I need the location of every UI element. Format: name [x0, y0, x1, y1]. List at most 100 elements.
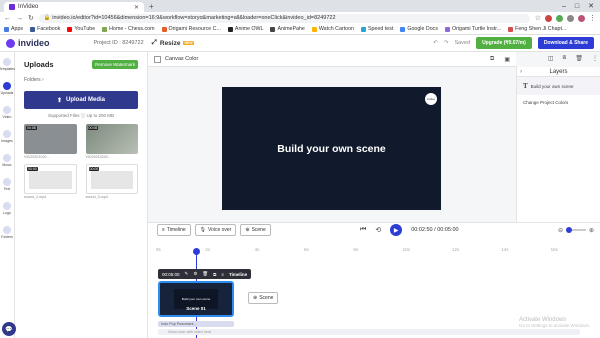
more-icon[interactable]: ⋮: [592, 55, 598, 62]
zoom-in-icon[interactable]: ⊕: [589, 227, 594, 234]
audio-track[interactable]: Indo Pop Peacetant...: [158, 321, 234, 327]
bookmark-item[interactable]: Watch Cartoon: [311, 26, 354, 32]
upload-icon: ⬆: [56, 97, 62, 104]
voice-over-button[interactable]: 🎙 Voice over: [194, 224, 237, 236]
upgrade-button[interactable]: Upgrade (₹0.07/m): [476, 37, 532, 49]
minimize-icon[interactable]: –: [562, 2, 566, 12]
media-name: sound_3.mp4: [85, 195, 108, 199]
bookmark-item[interactable]: AnimePahe: [270, 26, 305, 32]
video-title-text[interactable]: Build your own scene: [222, 143, 441, 155]
bookmark-item[interactable]: Facebook: [30, 26, 60, 32]
copy-icon[interactable]: ⧉: [213, 272, 216, 277]
window-close-icon[interactable]: ✕: [588, 2, 594, 12]
bookmark-icon: [102, 26, 108, 32]
nav-item-music[interactable]: Music: [0, 148, 14, 172]
total-time: 00:05:00: [437, 227, 459, 233]
extension-icon[interactable]: [545, 14, 552, 22]
extension-icon[interactable]: [556, 14, 563, 22]
media-item[interactable]: 00:08 VID20201020...: [24, 124, 77, 159]
bookmark-item[interactable]: Origami Resource C...: [161, 26, 221, 32]
media-item[interactable]: 00:08 VID20210202...: [85, 124, 138, 159]
crop-icon[interactable]: ◫: [548, 55, 554, 62]
browser-tab[interactable]: InVideo ✕: [4, 2, 144, 12]
nav-item-text[interactable]: Text: [0, 172, 14, 196]
canvas-color-swatch-icon[interactable]: [154, 55, 161, 63]
loop-icon[interactable]: ⟲: [375, 226, 381, 234]
menu-dots-icon[interactable]: ⋮: [589, 14, 596, 22]
layout-icon[interactable]: ▣: [504, 56, 510, 63]
scene-timeline-label[interactable]: Timeline: [229, 272, 247, 277]
layer-item[interactable]: Change Project Colors: [517, 95, 600, 110]
scene-card[interactable]: Build your own scene Scene 01: [158, 281, 234, 317]
trash-icon[interactable]: 🗑: [202, 271, 208, 277]
images-icon: [3, 129, 11, 138]
logo-icon: [3, 201, 11, 210]
project-id: Project ID : 8249722: [93, 40, 144, 46]
media-thumbnail[interactable]: 00:00: [85, 164, 138, 194]
add-scene-button[interactable]: ⊕ Scene: [240, 224, 271, 236]
scene-duration[interactable]: 00:05:00: [162, 272, 180, 277]
media-name: VID20210202...: [85, 155, 112, 159]
invideo-logo[interactable]: invideo: [6, 38, 50, 48]
folders-link[interactable]: Folders ›: [24, 77, 138, 83]
media-thumbnail[interactable]: 00:08: [85, 124, 138, 154]
zoom-slider[interactable]: [565, 227, 586, 233]
star-icon[interactable]: ☆: [535, 14, 541, 22]
bookmark-item[interactable]: Speed test: [361, 26, 393, 32]
duplicate-icon[interactable]: ⧉: [490, 56, 494, 63]
nav-item-uploads[interactable]: Uploads: [0, 76, 14, 100]
media-thumbnail[interactable]: 00:08: [24, 124, 77, 154]
ruler-tick: 2s: [205, 247, 211, 252]
back-icon[interactable]: ←: [4, 15, 11, 22]
zoom-knob[interactable]: [565, 227, 572, 233]
profile-avatar[interactable]: [578, 14, 585, 22]
uploads-grid: 00:08 VID20201020... 00:08 VID20210202..…: [24, 124, 138, 199]
duration-badge: 00:00: [88, 167, 100, 171]
video-preview[interactable]: Build your own scene invideo: [222, 87, 441, 210]
nav-item-templates[interactable]: Templates: [0, 52, 15, 76]
collapse-icon[interactable]: ›: [520, 69, 522, 75]
bookmark-item[interactable]: Origami Turtle Instr...: [444, 26, 501, 32]
maximize-icon[interactable]: □: [575, 2, 579, 12]
delete-icon[interactable]: 🗑: [575, 55, 583, 62]
skip-back-icon[interactable]: ⏮: [360, 226, 366, 234]
nav-item-logo[interactable]: Logo: [0, 196, 14, 220]
play-button[interactable]: ▶: [390, 224, 403, 236]
media-item[interactable]: 00:00 sound_3.mp4: [85, 164, 138, 199]
zoom-out-icon[interactable]: ⊖: [558, 227, 563, 234]
download-share-button[interactable]: Download & Share: [537, 37, 594, 49]
voiceover-track[interactable]: Voice-over with video here: [158, 329, 580, 335]
edit-icon[interactable]: ✎: [185, 271, 189, 277]
reload-icon[interactable]: ↻: [28, 14, 34, 22]
puzzle-icon[interactable]: [567, 14, 574, 22]
canvas-color-label[interactable]: Canvas Color: [165, 56, 198, 62]
chat-support-icon[interactable]: 💬: [2, 322, 16, 336]
media-thumbnail[interactable]: 00:00: [24, 164, 77, 194]
remove-watermark-button[interactable]: Remove Watermark: [92, 60, 138, 69]
resize-button[interactable]: ⤢ Resize NEW: [152, 39, 194, 47]
nav-item-images[interactable]: Images: [0, 124, 14, 148]
bookmark-item[interactable]: Anime OWL: [227, 26, 263, 32]
save-status: ↶ ↷ Saved Upgrade (₹0.07/m) Download & S…: [433, 37, 594, 49]
timeline-button[interactable]: ≡ Timeline: [157, 224, 191, 236]
settings-icon[interactable]: ⚙: [193, 271, 197, 277]
add-scene-inline-button[interactable]: ⊕ Scene: [248, 292, 279, 304]
close-icon[interactable]: ✕: [134, 4, 139, 11]
undo-icon[interactable]: ↶: [433, 40, 438, 46]
layer-item[interactable]: T Build your own scene: [517, 77, 600, 95]
nav-item-video[interactable]: Video: [0, 100, 14, 124]
arrange-icon[interactable]: ⧈: [563, 55, 567, 62]
bookmark-item[interactable]: YouTube: [67, 26, 95, 32]
new-tab-icon[interactable]: +: [149, 2, 154, 12]
bookmark-item[interactable]: Google Docs: [400, 26, 438, 32]
address-bar[interactable]: 🔒 invideo.io/editor?id=10456&dimension=1…: [38, 13, 530, 23]
bookmark-item[interactable]: Home - Chess.com: [102, 26, 155, 32]
new-badge: NEW: [183, 41, 194, 45]
forward-icon[interactable]: →: [16, 15, 23, 22]
nav-item-folders[interactable]: Folders: [0, 220, 14, 244]
redo-icon[interactable]: ↷: [444, 40, 449, 46]
upload-media-button[interactable]: ⬆ Upload Media: [24, 91, 138, 109]
media-item[interactable]: 00:00 sound_2.mp4: [24, 164, 77, 199]
bookmark-item[interactable]: Apps: [4, 26, 23, 32]
bookmark-item[interactable]: Feng Shen Ji Chapt...: [508, 26, 566, 32]
